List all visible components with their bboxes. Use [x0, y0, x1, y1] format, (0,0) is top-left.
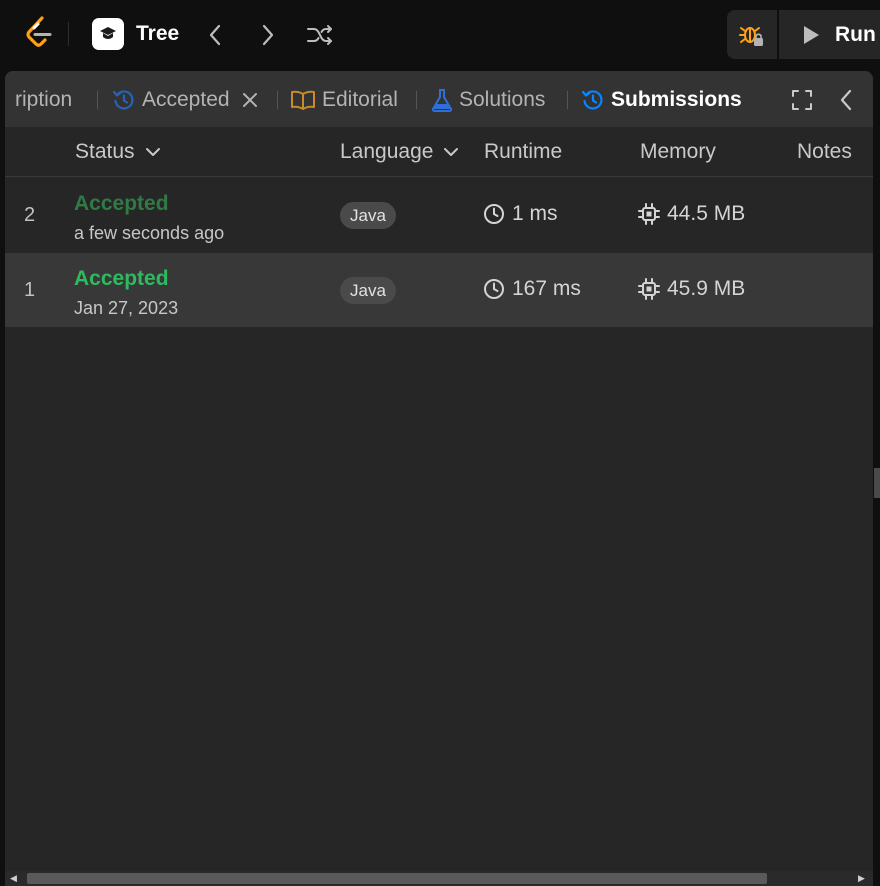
runtime-header-label: Runtime	[484, 140, 563, 163]
language-badge: Java	[340, 277, 396, 304]
submission-status[interactable]: Accepted	[74, 192, 169, 216]
runtime-column-header: Runtime	[484, 140, 562, 164]
table-row[interactable]: 1 Accepted Jan 27, 2023 Java 167 ms 45.9…	[5, 253, 873, 327]
chevron-down-icon	[443, 147, 459, 157]
scrollbar-thumb[interactable]	[27, 873, 767, 884]
chip-icon	[638, 203, 660, 225]
runtime-value: 1 ms	[483, 202, 558, 226]
submission-time: Jan 27, 2023	[74, 298, 179, 318]
run-label: Run	[835, 22, 876, 46]
vertical-resize-handle[interactable]	[874, 468, 880, 498]
memory-value: 45.9 MB	[638, 277, 745, 301]
chip-icon	[638, 278, 660, 300]
submission-time: a few seconds ago	[74, 223, 225, 243]
maximize-button[interactable]	[789, 87, 815, 113]
submissions-panel: ription Accepted Editorial Solutions Sub…	[5, 71, 873, 886]
tab-accepted[interactable]: Accepted	[112, 85, 258, 115]
run-button[interactable]: Run	[779, 10, 880, 59]
tab-description[interactable]: ription	[15, 85, 72, 115]
tab-divider	[277, 91, 278, 109]
tab-editorial[interactable]: Editorial	[290, 85, 398, 115]
chevron-left-icon	[840, 89, 852, 111]
runtime-text: 1 ms	[512, 202, 558, 225]
maximize-icon	[792, 90, 812, 110]
memory-value: 44.5 MB	[638, 202, 745, 226]
memory-column-header: Memory	[640, 140, 716, 164]
history-icon	[112, 88, 136, 112]
runtime-text: 167 ms	[512, 277, 581, 300]
clock-icon	[483, 203, 505, 225]
notes-column-header: Notes	[797, 140, 852, 164]
history-icon	[581, 88, 605, 112]
problem-title: Tree	[136, 22, 180, 45]
runtime-value: 167 ms	[483, 277, 581, 301]
memory-header-label: Memory	[640, 140, 716, 163]
collapse-panel-button[interactable]	[833, 87, 859, 113]
status-column-header[interactable]: Status	[75, 140, 161, 164]
chevron-left-icon	[209, 24, 221, 46]
tab-bar: ription Accepted Editorial Solutions Sub…	[5, 71, 873, 127]
submission-index: 2	[24, 204, 36, 226]
debug-button[interactable]	[727, 10, 777, 59]
flask-icon	[431, 88, 453, 112]
tab-divider	[416, 91, 417, 109]
book-icon	[290, 89, 316, 111]
leetcode-logo[interactable]	[22, 15, 56, 51]
tab-submissions-label: Submissions	[611, 88, 742, 111]
clock-icon	[483, 278, 505, 300]
chevron-right-icon	[262, 24, 274, 46]
play-icon	[804, 25, 819, 44]
tab-divider	[97, 91, 98, 109]
scroll-left-arrow-icon[interactable]: ◀	[10, 873, 17, 884]
tab-accepted-label: Accepted	[142, 88, 230, 111]
next-problem-button[interactable]	[253, 20, 283, 50]
language-badge: Java	[340, 202, 396, 229]
status-header-label: Status	[75, 140, 135, 163]
tab-description-label: ription	[15, 88, 73, 111]
table-row[interactable]: 2 Accepted a few seconds ago Java 1 ms 4…	[5, 178, 873, 252]
top-bar: Tree Run	[0, 0, 880, 70]
chevron-down-icon	[145, 147, 161, 157]
memory-text: 45.9 MB	[667, 277, 746, 300]
memory-text: 44.5 MB	[667, 202, 746, 225]
close-tab-icon[interactable]	[242, 92, 258, 108]
random-problem-button[interactable]	[305, 20, 335, 50]
language-header-label: Language	[340, 140, 434, 163]
tab-solutions-label: Solutions	[459, 88, 546, 111]
horizontal-scrollbar[interactable]: ◀ ▶	[5, 871, 873, 886]
tab-divider	[567, 91, 568, 109]
shuffle-icon	[307, 25, 332, 45]
tab-submissions[interactable]: Submissions	[581, 85, 742, 115]
submission-status[interactable]: Accepted	[74, 267, 169, 291]
notes-header-label: Notes	[797, 140, 852, 163]
language-column-header[interactable]: Language	[340, 140, 459, 164]
tab-editorial-label: Editorial	[322, 88, 398, 111]
debug-icon	[739, 26, 763, 46]
table-header: Status Language Runtime Memory Notes	[5, 127, 873, 177]
tab-solutions[interactable]: Solutions	[431, 85, 545, 115]
submission-index: 1	[24, 279, 36, 301]
problem-list-button[interactable]: Tree	[92, 18, 179, 50]
prev-problem-button[interactable]	[200, 20, 230, 50]
graduation-cap-icon	[92, 18, 124, 50]
divider	[68, 22, 69, 46]
scroll-right-arrow-icon[interactable]: ▶	[858, 873, 865, 884]
